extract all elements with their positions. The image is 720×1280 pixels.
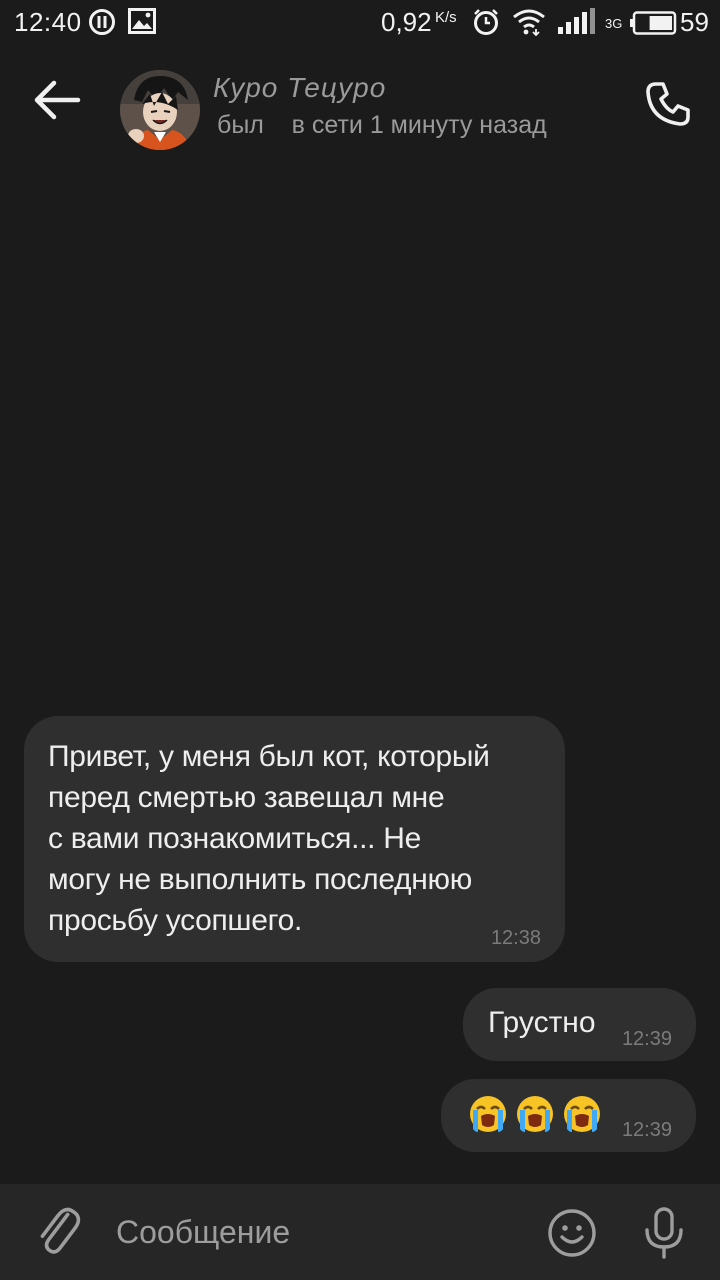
battery-percent: 59 bbox=[680, 7, 709, 37]
smile-icon[interactable] bbox=[547, 1208, 597, 1258]
microphone-icon[interactable] bbox=[640, 1206, 688, 1260]
loudly-crying-face-icon bbox=[470, 1096, 506, 1132]
contact-avatar[interactable] bbox=[120, 70, 200, 150]
loudly-crying-face-icon bbox=[517, 1096, 553, 1132]
pause-icon bbox=[89, 9, 115, 35]
image-notification-icon bbox=[128, 8, 156, 34]
loudly-crying-face-icon bbox=[564, 1096, 600, 1132]
contact-name[interactable]: Куро Тецуро bbox=[213, 72, 386, 104]
arrow-left-icon[interactable] bbox=[30, 78, 82, 122]
message-time: 12:39 bbox=[621, 1028, 672, 1050]
message-outgoing[interactable]: Грустно 12:39 bbox=[463, 988, 696, 1061]
chat-header: Куро Тецуро был в сети 1 минуту назад bbox=[0, 44, 720, 154]
message-time: 12:38 bbox=[490, 927, 541, 949]
message-outgoing-emoji[interactable]: 12:39 bbox=[441, 1079, 696, 1152]
signal-strength-icon bbox=[558, 8, 595, 34]
paperclip-icon[interactable] bbox=[34, 1206, 82, 1258]
alarm-icon bbox=[474, 9, 498, 35]
message-time: 12:39 bbox=[621, 1119, 672, 1141]
status-time: 12:40 bbox=[14, 7, 82, 37]
message-text: Привет, у меня был кот, который перед см… bbox=[48, 740, 490, 937]
contact-last-seen: был в сети 1 минуту назад bbox=[217, 111, 547, 139]
message-composer bbox=[0, 1184, 720, 1280]
status-bar: 12:40 0,92 K/s 3G 59 bbox=[0, 0, 720, 44]
wifi-icon bbox=[513, 9, 545, 36]
avatar-picture bbox=[120, 70, 200, 150]
network-speed-unit: K/s bbox=[435, 9, 457, 26]
emoji-row bbox=[468, 1094, 602, 1134]
battery-icon bbox=[630, 11, 677, 35]
message-incoming[interactable]: Привет, у меня был кот, который перед см… bbox=[24, 716, 565, 962]
network-speed-value: 0,92 bbox=[381, 7, 432, 37]
network-type-label: 3G bbox=[605, 16, 623, 31]
phone-icon[interactable] bbox=[642, 78, 694, 130]
message-text: Грустно bbox=[488, 1006, 596, 1039]
chat-screen: 12:40 0,92 K/s 3G 59 Куро Тецуро был в с… bbox=[0, 0, 720, 1280]
message-input[interactable] bbox=[112, 1204, 520, 1260]
